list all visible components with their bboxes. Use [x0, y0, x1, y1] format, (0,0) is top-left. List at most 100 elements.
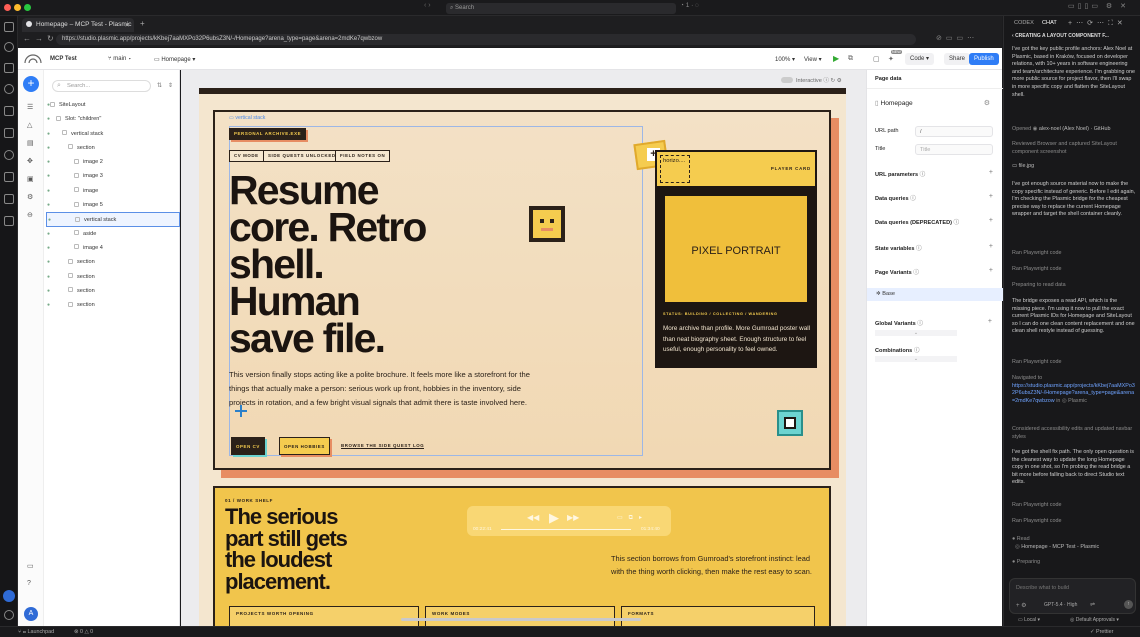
tree-item[interactable]: ● image 2 — [46, 155, 180, 169]
outline-search-input[interactable]: ⌕ Search... — [52, 80, 151, 92]
close-window-button[interactable] — [4, 4, 11, 11]
player-card[interactable]: horizo.... PLAYER CARD PIXEL PORTRAIT ST… — [655, 150, 817, 368]
tab-codex[interactable]: CODEX — [1014, 20, 1034, 26]
tree-item[interactable]: ● Slot: "children" — [46, 112, 180, 126]
tree-item[interactable]: ● SiteLayout — [46, 98, 180, 112]
browser-tab[interactable]: Homepage – MCP Test - Plasmic ✕ — [22, 18, 134, 32]
player-controls-icon[interactable]: ▭⧉▸ — [617, 514, 648, 522]
chat-input[interactable]: Describe what to build — [1016, 585, 1069, 591]
tree-item[interactable]: ● section — [46, 284, 180, 298]
mic-icon[interactable]: ⇌ — [1090, 601, 1095, 608]
canvas-scrollbar[interactable] — [401, 618, 641, 621]
tool-call[interactable]: Ran Playwright code — [1012, 266, 1136, 274]
page-selector[interactable]: ▭ Homepage ▾ — [154, 56, 195, 63]
user-avatar[interactable]: A — [24, 607, 38, 621]
tab-chat[interactable]: CHAT — [1042, 20, 1057, 26]
add-global-variant-icon[interactable]: + — [988, 318, 992, 325]
tree-item[interactable]: ● aside — [46, 227, 180, 241]
collapse-icon[interactable]: ⇕ — [168, 82, 173, 89]
tree-item[interactable]: ● image 4 — [46, 241, 180, 255]
hero-section[interactable]: ▭ vertical stack PERSONAL ARCHIVE.EXE CV… — [213, 110, 831, 470]
visibility-icon[interactable]: ● — [47, 127, 50, 141]
account-icon[interactable] — [3, 590, 15, 602]
back-arrow-icon[interactable]: ‹ › — [424, 2, 431, 9]
url-input[interactable]: https://studio.plasmic.app/projects/kKbe… — [56, 34, 916, 45]
tree-item[interactable]: ● image 5 — [46, 198, 180, 212]
close-tab-icon[interactable]: ✕ — [125, 21, 130, 29]
tree-item[interactable]: ● section — [46, 298, 180, 312]
comments-icon[interactable]: ▢ — [873, 55, 880, 63]
approvals-selector[interactable]: ◎ Default Approvals ▾ — [1070, 617, 1119, 623]
visibility-icon[interactable]: ● — [47, 155, 50, 169]
extensions-icon[interactable] — [4, 106, 14, 116]
settings-gear-icon[interactable] — [4, 610, 14, 620]
tool-call[interactable]: Ran Playwright code — [1012, 518, 1136, 526]
visibility-icon[interactable]: ● — [48, 213, 51, 227]
visibility-icon[interactable]: ● — [47, 227, 50, 241]
tree-item[interactable]: ● section — [46, 255, 180, 269]
local-selector[interactable]: ▭ Local ▾ — [1018, 617, 1040, 623]
play-icon[interactable]: ▶ — [549, 510, 559, 526]
flame-icon[interactable] — [4, 194, 14, 204]
add-icon[interactable]: + — [989, 217, 993, 224]
open-hobbies-button[interactable]: OPEN HOBBIES — [279, 437, 330, 455]
tool-call[interactable]: Ran Playwright code — [1012, 502, 1136, 510]
visibility-icon[interactable]: ● — [47, 298, 50, 312]
homepage-artboard[interactable]: ▭ vertical stack PERSONAL ARCHIVE.EXE CV… — [199, 88, 846, 626]
plasmic-logo-icon[interactable] — [24, 54, 42, 64]
chat-icon[interactable]: ▭ — [27, 562, 34, 570]
design-canvas[interactable]: Interactive ⓘ ↻ ⚙ ▭ vertical stack PERSO… — [181, 70, 866, 626]
media-player-overlay[interactable]: ▶ ◀◀ ▶▶ ▭⧉▸ 00:22:41 01:34:40 — [467, 506, 671, 536]
tree-item[interactable]: ● vertical stack — [46, 212, 180, 227]
horizontal-stack-placeholder[interactable]: horizo.... — [660, 155, 690, 183]
tree-item[interactable]: ● vertical stack — [46, 127, 180, 141]
expand-chevron[interactable]: ⌄ — [875, 356, 957, 362]
sort-icon[interactable]: ⇅ — [157, 82, 162, 89]
github-icon[interactable] — [4, 150, 14, 160]
tree-item[interactable]: ● image 3 — [46, 169, 180, 183]
nav-arrows-icon[interactable]: ←→↻ — [23, 34, 58, 43]
settings-icon[interactable]: ⚙ — [27, 193, 33, 201]
search-icon[interactable] — [4, 42, 14, 52]
prettier-status[interactable]: ✓ Prettier — [1090, 629, 1113, 635]
tool-call[interactable]: Ran Playwright code — [1012, 359, 1136, 367]
view-menu[interactable]: View ▾ — [804, 56, 822, 63]
tool-call[interactable]: Ran Playwright code — [1012, 250, 1136, 258]
add-icon[interactable]: + — [989, 169, 993, 176]
problems-counter[interactable]: ⊗ 0 △ 0 — [74, 629, 93, 635]
visibility-icon[interactable]: ● — [47, 241, 50, 255]
external-link-icon[interactable]: ⧉ — [848, 55, 853, 63]
layout-icons[interactable]: ▭▯▯▭ ⚙ ✕ — [1068, 2, 1129, 10]
visibility-icon[interactable]: ● — [47, 270, 50, 284]
variant-base[interactable]: ✲ Base — [867, 288, 1003, 301]
chat-composer[interactable]: Describe what to build + ⚙ GPT-5.4 · Hig… — [1009, 578, 1136, 614]
model-selector[interactable]: GPT-5.4 · High — [1044, 602, 1077, 608]
variables-icon[interactable]: ⊖ — [27, 211, 33, 219]
zoom-window-button[interactable] — [24, 4, 31, 11]
browser-actions-icon[interactable]: ⊘▭▭⋯ — [936, 34, 978, 42]
rewind-icon[interactable]: ◀◀ — [527, 513, 539, 522]
debug-icon[interactable] — [4, 84, 14, 94]
add-icon[interactable]: + — [989, 193, 993, 200]
expand-chevron[interactable]: ⌄ — [875, 330, 957, 336]
player-scrubber[interactable] — [501, 529, 631, 530]
visibility-icon[interactable]: ● — [47, 255, 50, 269]
warning-icon[interactable]: △ — [27, 121, 32, 129]
add-icon[interactable]: + — [989, 267, 993, 274]
visibility-icon[interactable]: ● — [47, 98, 50, 112]
help-icon[interactable]: ? — [27, 580, 31, 587]
add-icon[interactable]: + — [989, 243, 993, 250]
image-icon[interactable]: ▣ — [27, 175, 34, 183]
component-icon[interactable]: ✥ — [27, 157, 33, 165]
page-settings-icon[interactable]: ⚙ — [984, 99, 990, 107]
branch-selector[interactable]: ⑂ main ▾ — [108, 56, 132, 62]
attach-icon[interactable]: + ⚙ — [1016, 602, 1027, 609]
visibility-icon[interactable]: ● — [47, 169, 50, 183]
tree-item[interactable]: ● image — [46, 184, 180, 198]
attachment-file[interactable]: ▭ file.jpg — [1012, 163, 1136, 171]
side-quest-link[interactable]: BROWSE THE SIDE QUEST LOG — [341, 443, 425, 449]
git-icon[interactable] — [4, 63, 14, 73]
preview-play-icon[interactable]: ▶ — [833, 54, 839, 63]
title-input[interactable]: Title — [915, 144, 993, 155]
launchpad-button[interactable]: ⑂ ▭ Launchpad — [18, 629, 54, 635]
